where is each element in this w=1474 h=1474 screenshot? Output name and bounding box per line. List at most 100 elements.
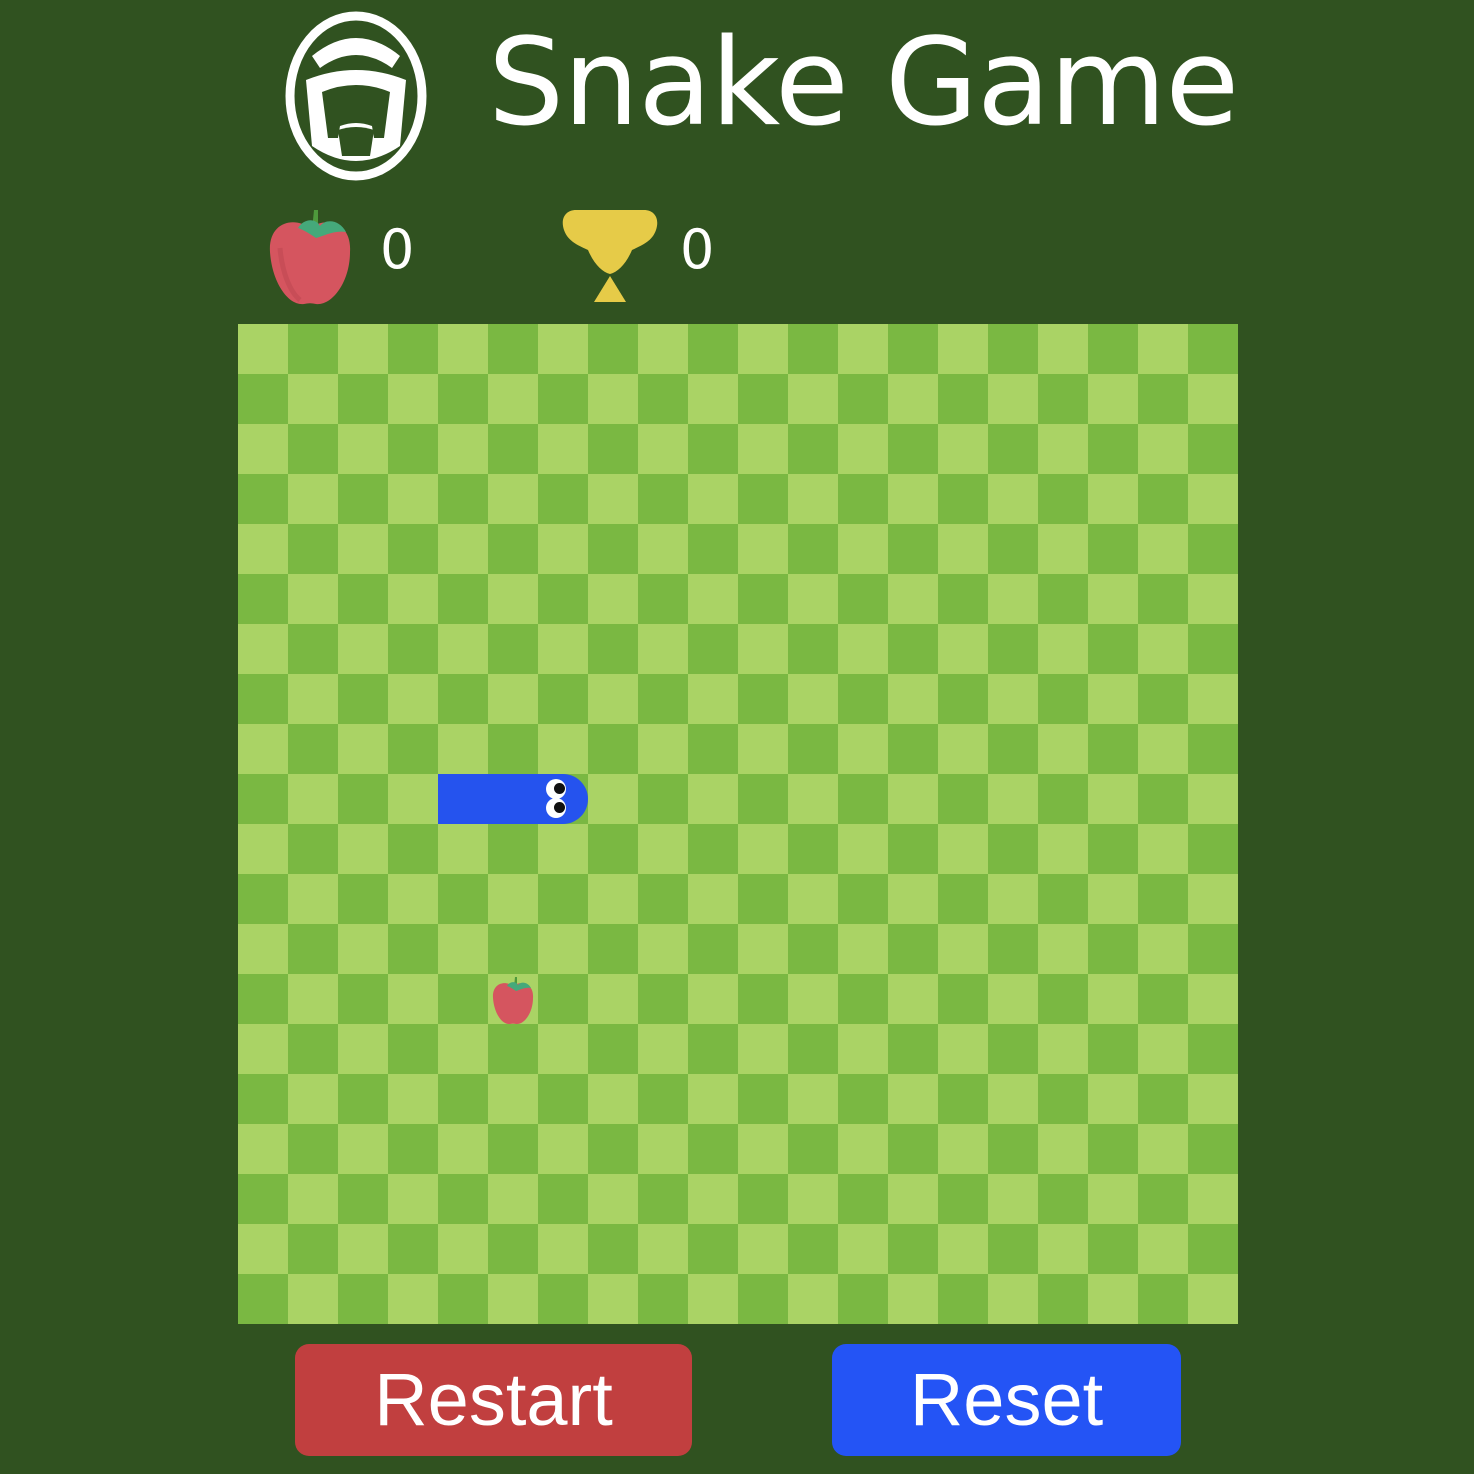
board-cell xyxy=(288,1024,338,1074)
snake-head xyxy=(538,774,588,824)
board-cell xyxy=(1088,874,1138,924)
board-cell xyxy=(638,524,688,574)
board-cell xyxy=(1138,674,1188,724)
board-cell xyxy=(588,874,638,924)
game-title: Snake Game xyxy=(488,14,1239,153)
board-cell xyxy=(238,574,288,624)
board-cell xyxy=(788,1024,838,1074)
board-cell xyxy=(788,624,838,674)
board-cell xyxy=(688,774,738,824)
board-cell xyxy=(338,524,388,574)
board-cell xyxy=(838,674,888,724)
snake xyxy=(438,774,588,824)
board-cell xyxy=(888,1224,938,1274)
board-cell xyxy=(738,1174,788,1224)
board-cell xyxy=(538,374,588,424)
board-cell xyxy=(888,424,938,474)
board-cell xyxy=(238,524,288,574)
board-cell xyxy=(588,1124,638,1174)
board-cell xyxy=(1038,1274,1088,1324)
board-cell xyxy=(888,1174,938,1224)
snake-game-page: Snake Game 0 0 Restart Reset xyxy=(0,0,1474,1474)
board-cell xyxy=(588,424,638,474)
board-cell xyxy=(1088,1024,1138,1074)
board-cell xyxy=(1188,924,1238,974)
board-cell xyxy=(388,1224,438,1274)
board-cell xyxy=(1138,924,1188,974)
board-cell xyxy=(638,924,688,974)
board-cell xyxy=(238,724,288,774)
board-cell xyxy=(488,524,538,574)
board-cell xyxy=(588,1224,638,1274)
board-cell xyxy=(538,924,588,974)
board-cell xyxy=(688,974,738,1024)
board-cell xyxy=(1038,1074,1088,1124)
board-cell xyxy=(938,974,988,1024)
board-cell xyxy=(688,674,738,724)
board-cell xyxy=(1188,1024,1238,1074)
board-cell xyxy=(638,674,688,724)
board-cell xyxy=(338,624,388,674)
restart-button[interactable]: Restart xyxy=(295,1344,692,1456)
board-cell xyxy=(388,574,438,624)
board-cell xyxy=(738,1224,788,1274)
board-cell xyxy=(788,1174,838,1224)
game-board[interactable] xyxy=(238,324,1238,1324)
board-cell xyxy=(1038,524,1088,574)
board-cell xyxy=(638,474,688,524)
board-cell xyxy=(388,1074,438,1124)
board-cell xyxy=(438,974,488,1024)
reset-button[interactable]: Reset xyxy=(832,1344,1181,1456)
board-cell xyxy=(288,1074,338,1124)
board-cell xyxy=(1188,474,1238,524)
board-cell xyxy=(1038,1224,1088,1274)
board-cell xyxy=(338,874,388,924)
board-cell xyxy=(438,724,488,774)
board-cell xyxy=(1138,824,1188,874)
board-cell xyxy=(938,1274,988,1324)
board-cell xyxy=(1138,424,1188,474)
board-cell xyxy=(538,974,588,1024)
snake-pupil-bottom xyxy=(554,802,565,813)
board-cell xyxy=(1088,524,1138,574)
board-cell xyxy=(638,1024,688,1074)
board-cell xyxy=(438,324,488,374)
board-cell xyxy=(288,724,338,774)
board-cell xyxy=(888,1024,938,1074)
board-cell xyxy=(1188,1174,1238,1224)
board-cell xyxy=(588,1274,638,1324)
board-cell xyxy=(288,774,338,824)
board-cell xyxy=(1088,1174,1138,1224)
board-cell xyxy=(338,1174,388,1224)
board-cell xyxy=(1188,324,1238,374)
board-cell xyxy=(1038,824,1088,874)
board-cell xyxy=(1138,1024,1188,1074)
board-cell xyxy=(488,1124,538,1174)
board-cell xyxy=(688,374,738,424)
board-cell xyxy=(838,474,888,524)
board-cell xyxy=(688,1024,738,1074)
board-cell xyxy=(838,624,888,674)
board-cell xyxy=(738,724,788,774)
board-cell xyxy=(838,724,888,774)
board-cell xyxy=(288,674,338,724)
board-apple-icon xyxy=(492,977,534,1025)
board-cell xyxy=(888,974,938,1024)
board-cell xyxy=(388,424,438,474)
board-cell xyxy=(238,974,288,1024)
board-cell xyxy=(688,574,738,624)
board-cell xyxy=(938,474,988,524)
board-cell xyxy=(388,324,438,374)
board-cell xyxy=(488,324,538,374)
board-cell xyxy=(938,574,988,624)
board-cell xyxy=(938,1224,988,1274)
board-cell xyxy=(888,674,938,724)
board-cell xyxy=(538,1224,588,1274)
board-cell xyxy=(438,874,488,924)
board-cell xyxy=(388,1124,438,1174)
board-cell xyxy=(738,524,788,574)
board-cell xyxy=(788,1224,838,1274)
board-cell xyxy=(638,824,688,874)
board-cell xyxy=(788,374,838,424)
board-cell xyxy=(438,674,488,724)
